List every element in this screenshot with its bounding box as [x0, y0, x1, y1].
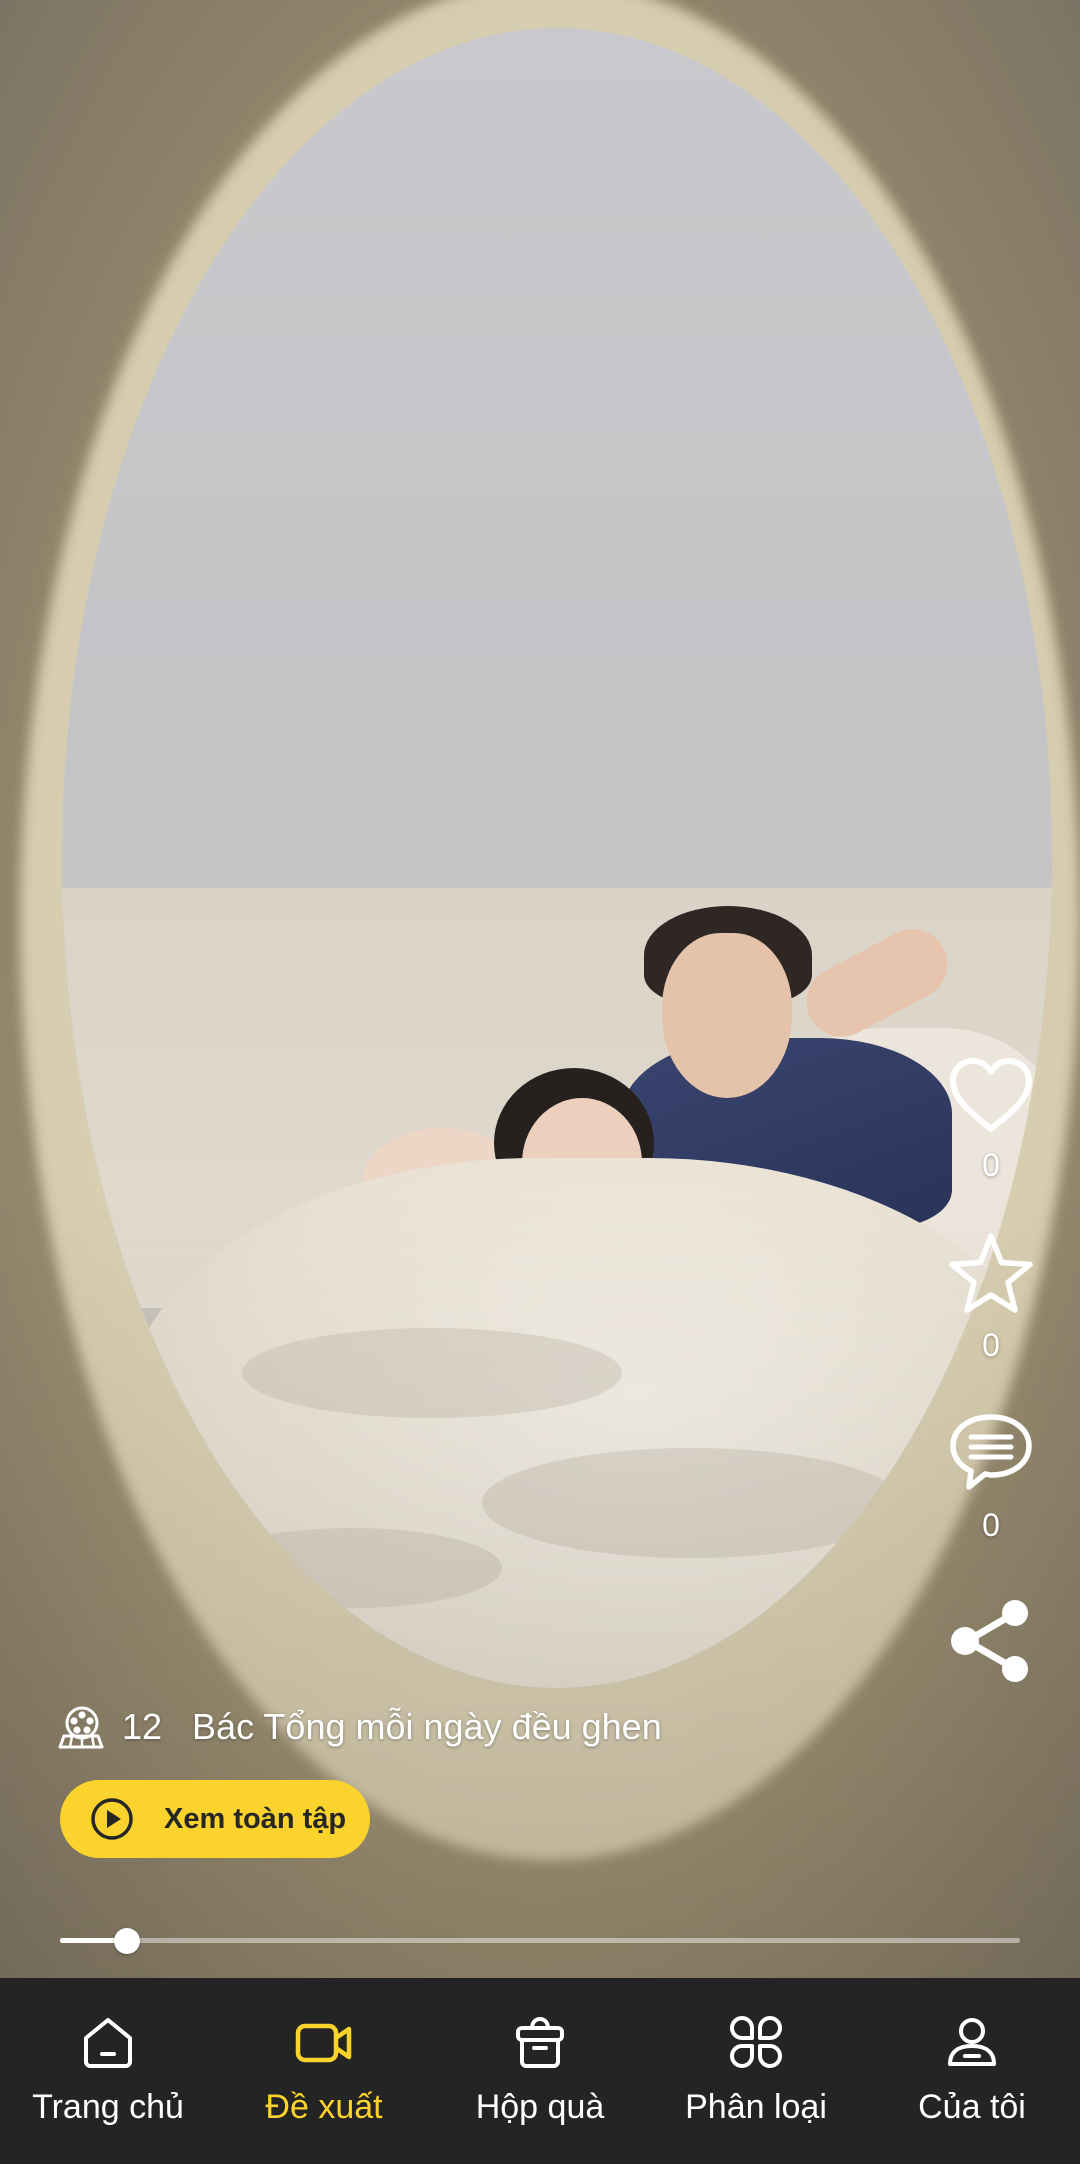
nav-label: Phân loại: [685, 2088, 827, 2126]
watch-full-series-button[interactable]: Xem toàn tập: [60, 1780, 370, 1858]
series-title: Bác Tổng mỗi ngày đều ghen: [192, 1706, 662, 1747]
category-grid-icon: [726, 2012, 786, 2072]
watch-full-series-label: Xem toàn tập: [164, 1802, 347, 1835]
progress-thumb[interactable]: [114, 1928, 140, 1954]
comment-button[interactable]: 0: [947, 1411, 1035, 1543]
home-icon: [78, 2012, 138, 2072]
film-reel-icon: [58, 1706, 104, 1749]
nav-item-home[interactable]: Trang chủ: [0, 1978, 216, 2164]
video-camera-icon: [294, 2012, 354, 2072]
progress-track: [60, 1938, 1020, 1943]
profile-icon: [942, 2012, 1002, 2072]
nav-item-gift-box[interactable]: Hộp quà: [432, 1978, 648, 2164]
share-button[interactable]: [947, 1599, 1035, 1683]
nav-label: Hộp quà: [475, 2088, 605, 2126]
favorite-count: 0: [982, 1327, 1000, 1363]
nav-item-recommended[interactable]: Đề xuất: [216, 1978, 432, 2164]
video-player[interactable]: [0, 0, 1080, 1978]
video-progress-bar[interactable]: [60, 1928, 1020, 1954]
app-screen: 0 0 0 12 Bác Tổng mỗi ngày đều ghen Xem …: [0, 0, 1080, 2164]
nav-item-profile[interactable]: Của tôi: [864, 1978, 1080, 2164]
heart-icon: [950, 1058, 1032, 1132]
share-icon: [951, 1600, 1028, 1682]
comment-count: 0: [982, 1507, 1000, 1543]
comment-icon: [950, 1414, 1032, 1490]
episode-count: 12: [122, 1706, 163, 1747]
like-button[interactable]: 0: [947, 1055, 1035, 1183]
star-icon: [949, 1233, 1033, 1313]
nav-label: Đề xuất: [265, 2088, 383, 2126]
video-vignette: [0, 0, 1080, 1978]
nav-label: Trang chủ: [32, 2088, 184, 2126]
like-count: 0: [982, 1147, 1000, 1183]
favorite-button[interactable]: 0: [947, 1231, 1035, 1363]
gift-box-icon: [510, 2012, 570, 2072]
action-rail: 0 0 0: [938, 1055, 1044, 1683]
bottom-nav: Trang chủ Đề xuất Hộp quà Phân loại Của …: [0, 1978, 1080, 2164]
nav-item-categories[interactable]: Phân loại: [648, 1978, 864, 2164]
play-circle-icon: [91, 1798, 133, 1840]
series-info[interactable]: 12 Bác Tổng mỗi ngày đều ghen: [58, 1705, 662, 1749]
nav-label: Của tôi: [918, 2088, 1026, 2126]
